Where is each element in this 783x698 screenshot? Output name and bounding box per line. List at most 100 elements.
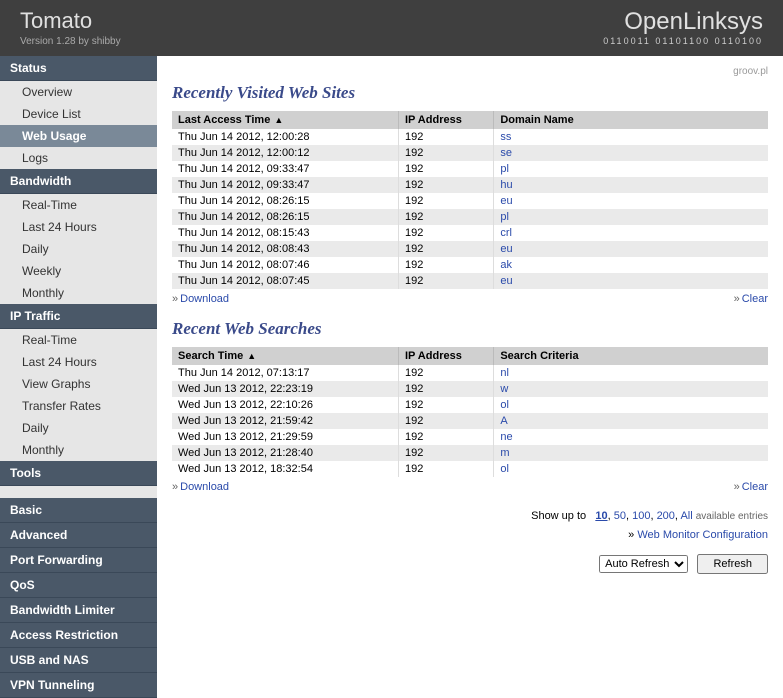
refresh-button[interactable]: Refresh [697,554,768,574]
sidebar-item-web-usage[interactable]: Web Usage [0,125,157,147]
cell-ip: 192 [398,161,493,177]
config-link[interactable]: Web Monitor Configuration [637,529,768,541]
cell-time: Thu Jun 14 2012, 08:26:15 [172,209,398,225]
cell-criteria[interactable]: ol [494,397,768,413]
cell-criteria[interactable]: ne [494,429,768,445]
cell-time: Thu Jun 14 2012, 08:15:43 [172,225,398,241]
cell-criteria[interactable]: nl [494,365,768,381]
sidebar: StatusOverviewDevice ListWeb UsageLogsBa… [0,56,157,698]
domain-link[interactable]: groov.pl [172,66,768,77]
sidebar-item-weekly[interactable]: Weekly [0,260,157,282]
cell-criteria[interactable]: ol [494,461,768,477]
sidebar-section-basic[interactable]: Basic [0,498,157,523]
clear-link[interactable]: Clear [742,481,768,493]
showup-100[interactable]: 100 [632,510,650,522]
table-row: Thu Jun 14 2012, 07:13:17192nl [172,365,768,381]
sidebar-item-last-24-hours[interactable]: Last 24 Hours [0,351,157,373]
sidebar-section-usb-and-nas[interactable]: USB and NAS [0,648,157,673]
sidebar-item-monthly[interactable]: Monthly [0,439,157,461]
cell-ip: 192 [398,177,493,193]
sidebar-item-daily[interactable]: Daily [0,238,157,260]
app-header: Tomato Version 1.28 by shibby OpenLinksy… [0,0,783,56]
cell-ip: 192 [398,365,493,381]
cell-domain[interactable]: pl [494,161,768,177]
sidebar-section-bandwidth-limiter[interactable]: Bandwidth Limiter [0,598,157,623]
sidebar-item-daily[interactable]: Daily [0,417,157,439]
cell-domain[interactable]: se [494,145,768,161]
cell-domain[interactable]: ak [494,257,768,273]
visited-title: Recently Visited Web Sites [172,83,768,103]
clear-link[interactable]: Clear [742,293,768,305]
sidebar-item-real-time[interactable]: Real-Time [0,194,157,216]
cell-time: Wed Jun 13 2012, 18:32:54 [172,461,398,477]
col-search-criteria[interactable]: Search Criteria [494,347,768,365]
cell-ip: 192 [398,429,493,445]
sidebar-section-qos[interactable]: QoS [0,573,157,598]
cell-criteria[interactable]: A [494,413,768,429]
brand-name: OpenLinksys [603,8,763,36]
sidebar-item-real-time[interactable]: Real-Time [0,329,157,351]
sidebar-section-access-restriction[interactable]: Access Restriction [0,623,157,648]
download-link[interactable]: Download [180,293,229,305]
cell-time: Thu Jun 14 2012, 09:33:47 [172,161,398,177]
auto-refresh-select[interactable]: Auto Refresh [599,555,688,573]
cell-criteria[interactable]: w [494,381,768,397]
showup-All[interactable]: All [680,510,692,522]
cell-domain[interactable]: crl [494,225,768,241]
sidebar-section-port-forwarding[interactable]: Port Forwarding [0,548,157,573]
sidebar-section-bandwidth[interactable]: Bandwidth [0,169,157,194]
sidebar-item-transfer-rates[interactable]: Transfer Rates [0,395,157,417]
cell-domain[interactable]: eu [494,273,768,289]
sidebar-item-device-list[interactable]: Device List [0,103,157,125]
cell-domain[interactable]: eu [494,193,768,209]
col-time[interactable]: Last Access Time▲ [172,111,398,129]
sidebar-section-status[interactable]: Status [0,56,157,81]
cell-domain[interactable]: hu [494,177,768,193]
cell-criteria[interactable]: m [494,445,768,461]
table-row: Wed Jun 13 2012, 22:10:26192ol [172,397,768,413]
cell-time: Wed Jun 13 2012, 22:23:19 [172,381,398,397]
cell-time: Thu Jun 14 2012, 09:33:47 [172,177,398,193]
cell-ip: 192 [398,209,493,225]
cell-time: Wed Jun 13 2012, 21:29:59 [172,429,398,445]
cell-time: Thu Jun 14 2012, 12:00:12 [172,145,398,161]
cell-ip: 192 [398,397,493,413]
col-ip[interactable]: IP Address [398,111,493,129]
table-row: Wed Jun 13 2012, 21:29:59192ne [172,429,768,445]
showup-50[interactable]: 50 [614,510,626,522]
cell-domain[interactable]: eu [494,241,768,257]
sidebar-section-vpn-tunneling[interactable]: VPN Tunneling [0,673,157,698]
visited-table: Last Access Time▲ IP Address Domain Name… [172,111,768,289]
col-search-time[interactable]: Search Time▲ [172,347,398,365]
sidebar-item-overview[interactable]: Overview [0,81,157,103]
cell-domain[interactable]: pl [494,209,768,225]
sidebar-section-ip-traffic[interactable]: IP Traffic [0,304,157,329]
cell-ip: 192 [398,445,493,461]
col-search-ip[interactable]: IP Address [398,347,493,365]
sidebar-item-monthly[interactable]: Monthly [0,282,157,304]
sidebar-item-last-24-hours[interactable]: Last 24 Hours [0,216,157,238]
app-version: Version 1.28 by shibby [20,36,121,47]
col-domain[interactable]: Domain Name [494,111,768,129]
showup-10[interactable]: 10 [595,510,607,522]
cell-ip: 192 [398,193,493,209]
cell-ip: 192 [398,413,493,429]
sidebar-section-tools[interactable]: Tools [0,461,157,486]
sidebar-item-logs[interactable]: Logs [0,147,157,169]
sidebar-section-advanced[interactable]: Advanced [0,523,157,548]
cell-time: Wed Jun 13 2012, 21:28:40 [172,445,398,461]
cell-domain[interactable]: ss [494,129,768,145]
brand-binary: 0110011 01101100 0110100 [603,36,763,46]
table-row: Thu Jun 14 2012, 09:33:47192pl [172,161,768,177]
searches-title: Recent Web Searches [172,319,768,339]
table-row: Wed Jun 13 2012, 21:28:40192m [172,445,768,461]
cell-time: Thu Jun 14 2012, 08:07:45 [172,273,398,289]
cell-time: Thu Jun 14 2012, 07:13:17 [172,365,398,381]
download-link[interactable]: Download [180,481,229,493]
showup-200[interactable]: 200 [657,510,675,522]
paging-controls: Show up to 10, 50, 100, 200, All availab… [172,507,768,544]
cell-ip: 192 [398,145,493,161]
cell-time: Wed Jun 13 2012, 22:10:26 [172,397,398,413]
sidebar-item-view-graphs[interactable]: View Graphs [0,373,157,395]
cell-time: Thu Jun 14 2012, 08:08:43 [172,241,398,257]
